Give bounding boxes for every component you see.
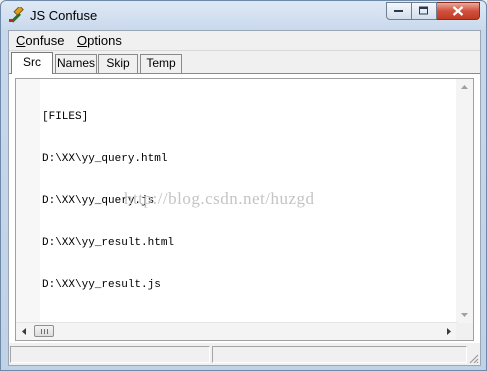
tab-temp-label: Temp — [146, 56, 176, 70]
horizontal-scroll-thumb[interactable] — [34, 325, 54, 337]
menu-confuse[interactable]: Confuse — [16, 33, 64, 48]
scroll-left-arrow-icon[interactable] — [16, 323, 33, 340]
file-line: D:\XX\yy_query.html — [42, 153, 168, 165]
menu-confuse-accesskey: C — [16, 33, 26, 48]
file-line: D:\XX\yy_result.html — [42, 237, 175, 249]
editor-gutter — [16, 79, 40, 323]
minimize-button[interactable] — [386, 2, 412, 20]
scrollbar-corner — [456, 323, 473, 340]
scroll-right-arrow-icon[interactable] — [440, 323, 457, 340]
vertical-scrollbar[interactable] — [456, 79, 473, 323]
tab-names[interactable]: Names — [55, 54, 97, 73]
close-button[interactable] — [437, 2, 480, 20]
window-title: JS Confuse — [30, 8, 98, 23]
status-pane-2 — [212, 346, 467, 363]
scroll-down-arrow-icon[interactable] — [456, 306, 473, 323]
minimize-icon — [394, 10, 403, 12]
tab-skip[interactable]: Skip — [98, 54, 138, 73]
menu-confuse-label: onfuse — [25, 33, 65, 48]
hammer-icon[interactable] — [8, 5, 24, 23]
menu-options-label: ptions — [87, 33, 122, 48]
tab-temp[interactable]: Temp — [140, 54, 182, 73]
menu-options[interactable]: Options — [77, 33, 122, 48]
app-window: JS Confuse Confuse Options Src Names Ski… — [0, 0, 487, 371]
maximize-icon — [419, 6, 428, 15]
file-line: [FILES] — [42, 111, 89, 123]
title-bar[interactable]: JS Confuse — [1, 1, 486, 29]
watermark-text: http://blog.csdn.net/huzgd — [124, 189, 315, 208]
menu-options-accesskey: O — [77, 33, 88, 48]
maximize-button[interactable] — [412, 2, 437, 20]
thumb-grip — [44, 329, 45, 334]
status-pane-1 — [10, 346, 210, 363]
src-tab-panel: [FILES] D:\XX\yy_query.html D:\XX\yy_que… — [9, 73, 480, 343]
menu-bar: Confuse Options — [9, 31, 480, 51]
client-area: Confuse Options Src Names Skip Temp [FIL… — [8, 30, 481, 366]
tab-src-label: Src — [23, 55, 41, 69]
caption-buttons — [386, 2, 480, 21]
resize-grip-icon[interactable] — [467, 352, 479, 364]
thumb-grip — [41, 329, 42, 334]
thumb-grip — [47, 329, 48, 334]
horizontal-scrollbar[interactable] — [16, 322, 457, 340]
status-bar — [9, 344, 480, 365]
tab-skip-label: Skip — [106, 56, 130, 70]
close-icon — [452, 6, 464, 16]
tab-names-label: Names — [56, 56, 95, 70]
source-editor[interactable]: [FILES] D:\XX\yy_query.html D:\XX\yy_que… — [15, 78, 474, 341]
file-line: D:\XX\yy_result.js — [42, 279, 161, 291]
scroll-up-arrow-icon[interactable] — [456, 79, 473, 96]
tab-src[interactable]: Src — [11, 52, 53, 74]
